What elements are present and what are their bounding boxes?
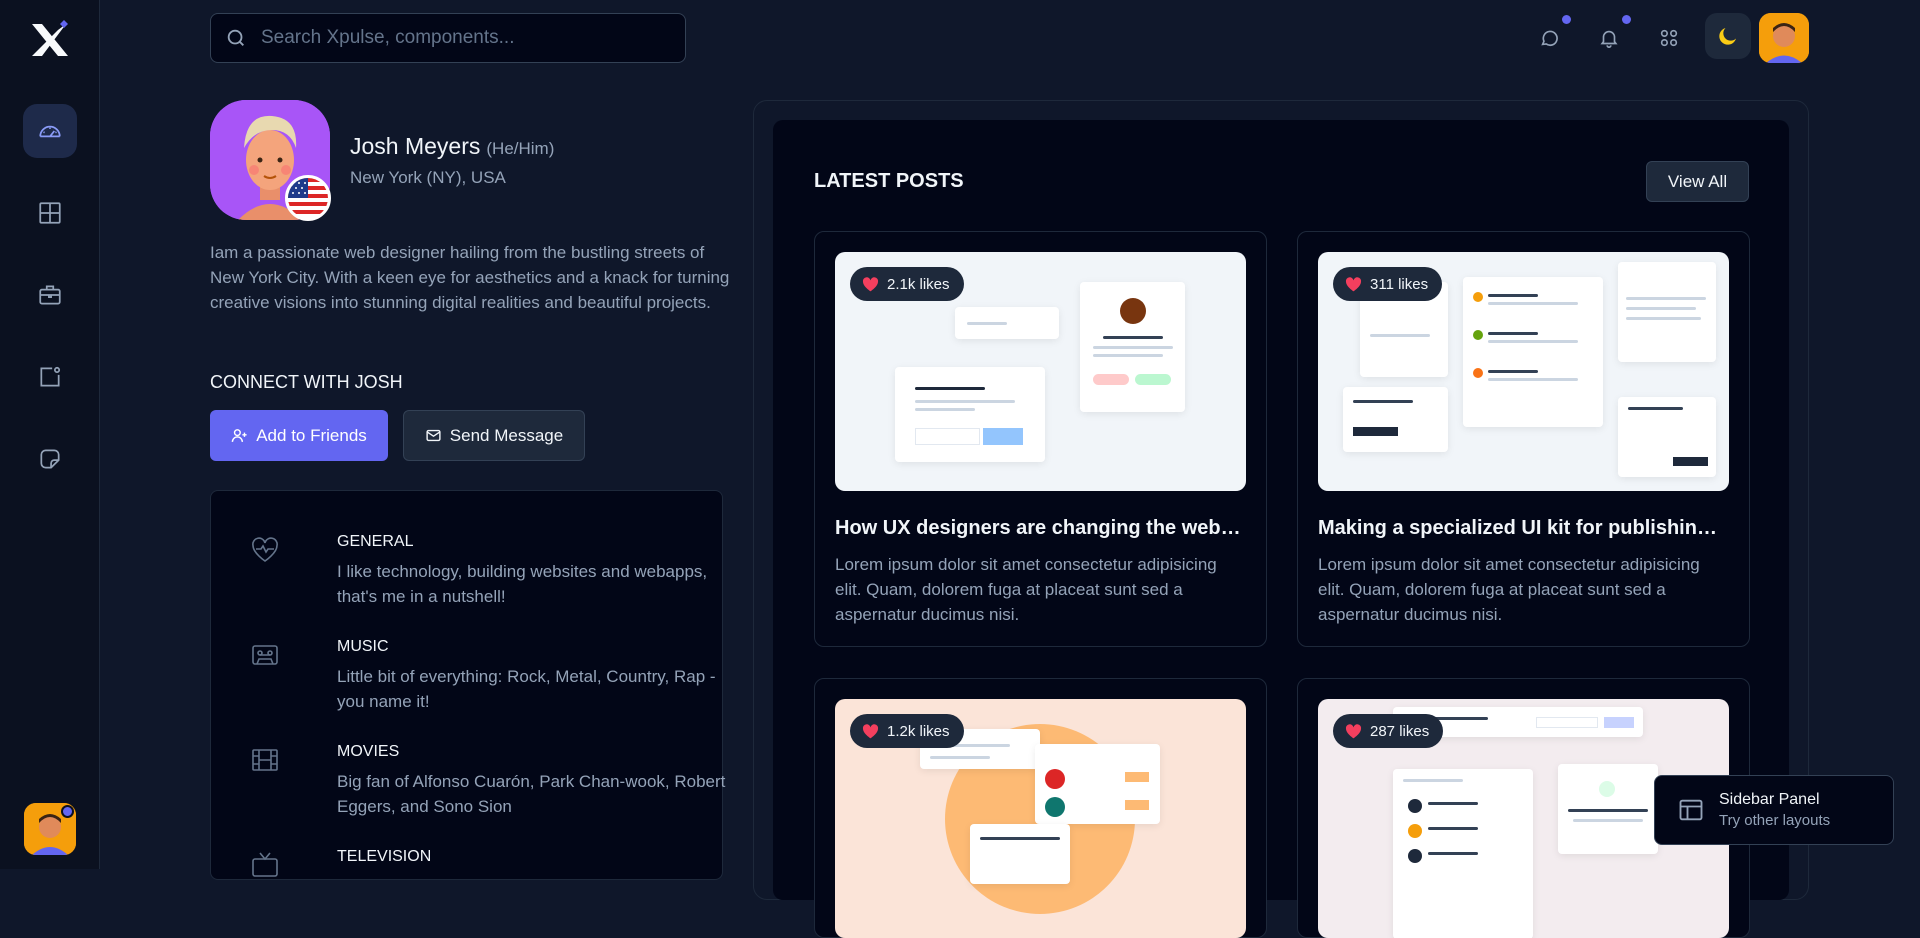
profile-bio: Iam a passionate web designer hailing fr… (210, 243, 730, 312)
heart-icon (862, 276, 879, 291)
add-friend-label: Add to Friends (256, 425, 367, 445)
profile-location: New York (NY), USA (350, 168, 506, 187)
likes-badge: 2.1k likes (850, 267, 964, 301)
sticky-note-icon (40, 449, 60, 469)
post-description: Lorem ipsum dolor sit amet consectetur a… (835, 555, 1217, 624)
sidebar-panel-toast[interactable]: Sidebar Panel Try other layouts (1654, 775, 1894, 845)
likes-badge: 287 likes (1333, 714, 1444, 748)
likes-count: 311 likes (1370, 275, 1429, 293)
heart-icon (862, 723, 879, 738)
notifications-button[interactable] (1589, 15, 1631, 58)
interests-panel: GENERAL I like technology, building webs… (210, 490, 725, 880)
briefcase-icon (39, 285, 61, 305)
sidebar-item-layouts[interactable] (23, 186, 77, 240)
post-card[interactable]: 1.2k likes (814, 678, 1267, 938)
sidebar-panel-subtitle: Try other layouts (1719, 812, 1831, 829)
post-card[interactable]: 311 likes Making a specialized UI kit fo… (1297, 231, 1750, 647)
interest-text: Big fan of Alfonso Cuarón, Park Chan-woo… (337, 772, 726, 816)
sidebar-panel-title: Sidebar Panel (1719, 791, 1820, 808)
sidebar-item-notification[interactable] (23, 350, 77, 404)
search-icon (227, 29, 244, 46)
moon-icon (1719, 28, 1736, 45)
tv-icon (251, 852, 279, 878)
profile-name-text: Josh Meyers (350, 133, 481, 159)
user-plus-icon (231, 429, 247, 442)
chat-icon (1541, 30, 1558, 47)
likes-badge: 1.2k likes (850, 714, 964, 748)
posts-heading: LATEST POSTS (814, 170, 964, 192)
post-thumbnail: 2.1k likes (835, 252, 1246, 491)
online-dot (61, 805, 74, 818)
x-logo-icon[interactable] (28, 20, 72, 60)
chat-badge (1562, 15, 1571, 24)
avatar[interactable] (24, 803, 76, 855)
post-title[interactable]: How UX designers are changing the web… (835, 517, 1246, 540)
sidebar-panel-text: Sidebar Panel Try other layouts (1719, 791, 1830, 829)
view-all-button[interactable]: View All (1646, 161, 1749, 202)
likes-badge: 311 likes (1333, 267, 1443, 301)
user-avatar[interactable] (1759, 13, 1809, 63)
sidebar-rail (0, 0, 100, 869)
grid-icon (39, 202, 61, 224)
send-message-label: Send Message (449, 425, 564, 445)
heart-icon (1345, 276, 1362, 291)
notification-badge (1622, 15, 1631, 24)
sidebar-item-briefcase[interactable] (23, 268, 77, 322)
interest-title: TELEVISION (337, 848, 432, 865)
gauge-icon (39, 125, 61, 138)
send-message-button[interactable]: Send Message (403, 410, 585, 461)
likes-count: 287 likes (1370, 722, 1430, 740)
connect-heading: CONNECT WITH JOSH (210, 372, 403, 392)
interest-title: MUSIC (337, 638, 389, 655)
apps-grid-icon (1660, 29, 1678, 47)
us-flag-icon (285, 175, 331, 221)
interest-title: MOVIES (337, 743, 400, 760)
search-input[interactable] (261, 27, 661, 49)
interest-text: I like technology, building websites and… (337, 562, 708, 606)
heart-pulse-icon (251, 537, 279, 563)
post-thumbnail: 1.2k likes (835, 699, 1246, 938)
profile-pronouns: (He/Him) (486, 139, 555, 158)
chat-button[interactable] (1529, 15, 1571, 58)
sidebar-item-dashboard[interactable] (23, 104, 77, 158)
post-thumbnail: 311 likes (1318, 252, 1729, 491)
post-title[interactable]: Making a specialized UI kit for publishi… (1318, 517, 1729, 540)
interest-text: Little bit of everything: Rock, Metal, C… (337, 667, 716, 711)
post-card[interactable]: 2.1k likes How UX designers are changing… (814, 231, 1267, 647)
film-icon (251, 747, 279, 773)
apps-button[interactable] (1649, 18, 1689, 58)
post-description: Lorem ipsum dolor sit amet consectetur a… (1318, 555, 1700, 624)
interest-title: GENERAL (337, 533, 414, 550)
square-dot-icon (40, 366, 61, 387)
layout-icon (1679, 799, 1703, 821)
sidebar-item-notes[interactable] (23, 432, 77, 486)
heart-icon (1345, 723, 1362, 738)
likes-count: 2.1k likes (887, 275, 950, 293)
bell-icon (1600, 30, 1618, 48)
likes-count: 1.2k likes (887, 722, 950, 740)
cassette-icon (251, 642, 279, 668)
mail-icon (426, 429, 441, 442)
theme-toggle[interactable] (1705, 13, 1751, 59)
search-bar[interactable] (210, 13, 686, 63)
add-friend-button[interactable]: Add to Friends (210, 410, 388, 461)
profile-name: Josh Meyers (He/Him) (350, 133, 554, 160)
